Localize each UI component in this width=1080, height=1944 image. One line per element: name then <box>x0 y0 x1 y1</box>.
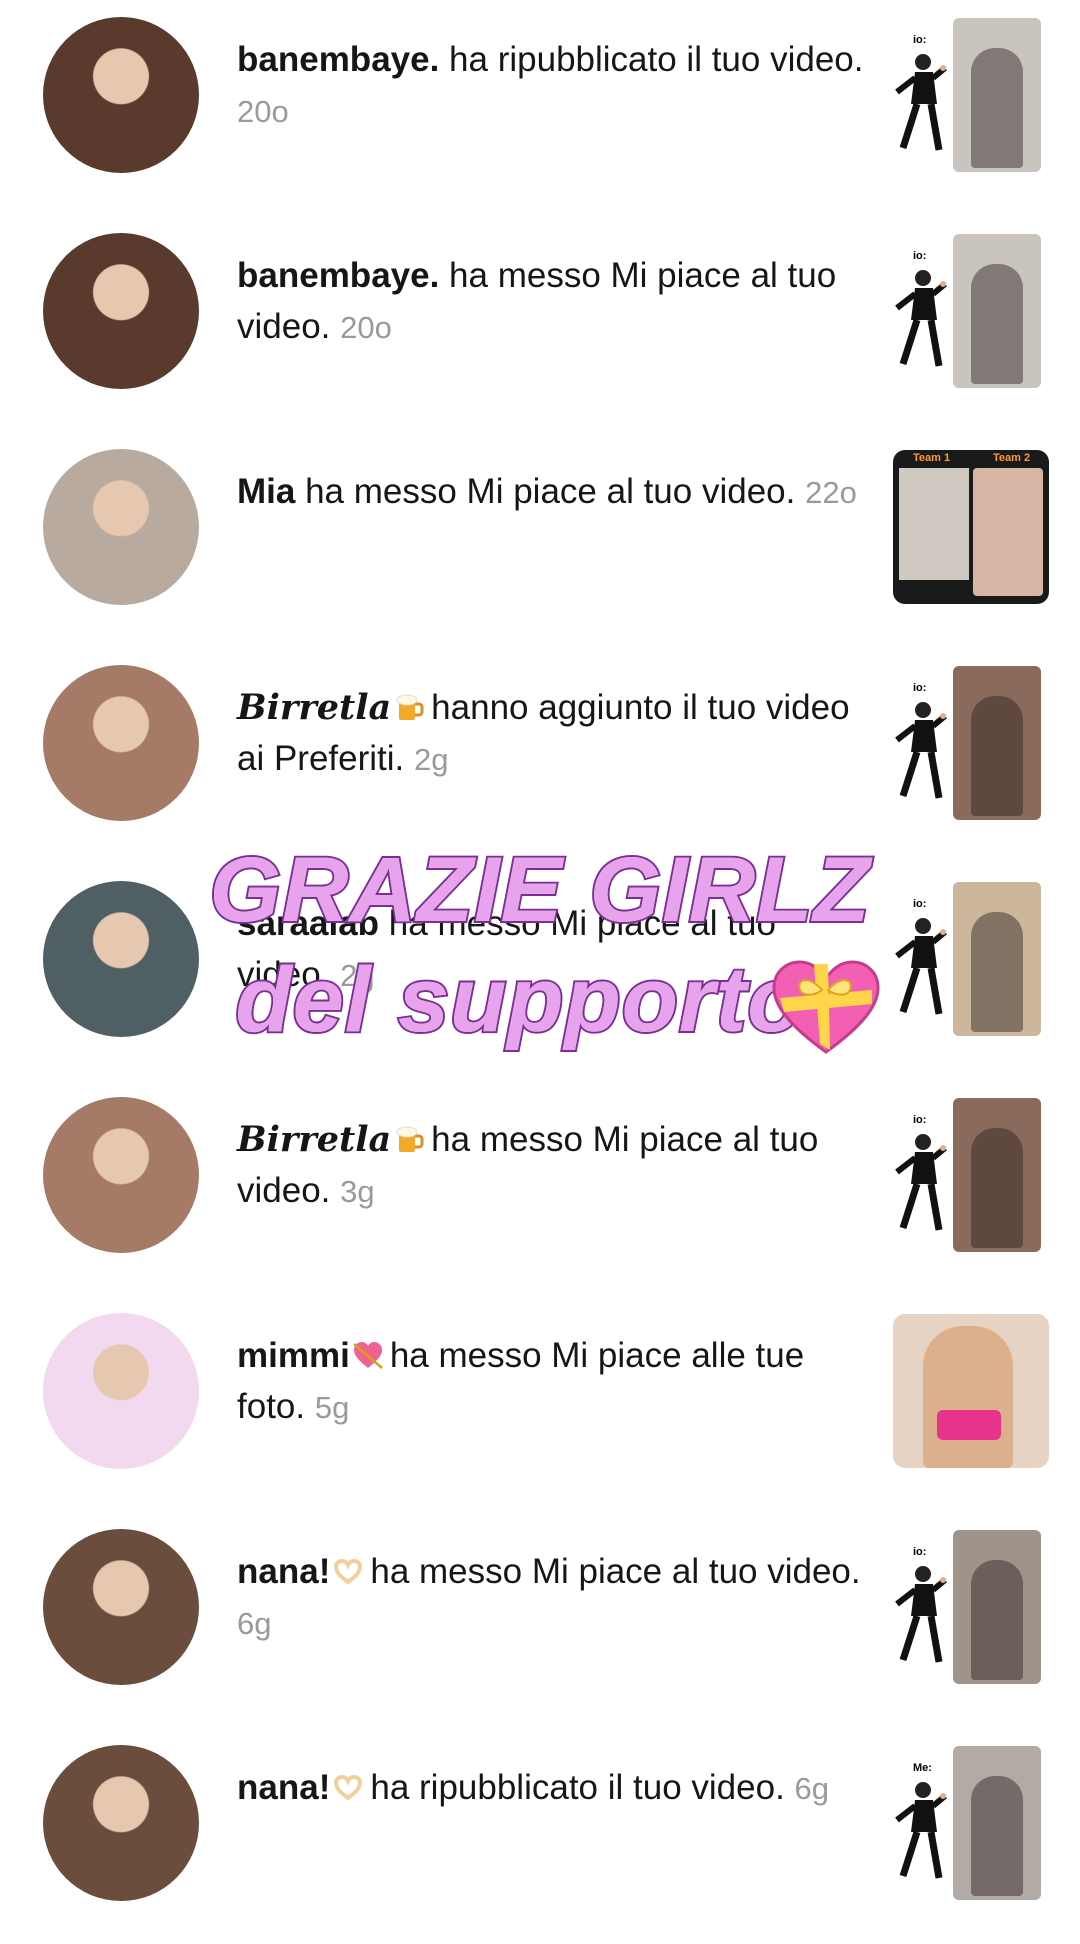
user-avatar[interactable] <box>43 1313 199 1469</box>
username[interactable]: banembaye. <box>237 256 439 295</box>
notification-text: nana! ha messo Mi piace al tuo video. 6g <box>237 1546 867 1649</box>
overlay-caption: GRAZIE GIRLZ del supporto <box>0 835 1080 1055</box>
dancing-man-meme-icon <box>895 270 947 367</box>
notification-action: ha messo Mi piace al tuo video. <box>305 472 796 511</box>
timestamp: 5g <box>314 1390 350 1425</box>
user-avatar[interactable] <box>43 1529 199 1685</box>
meme-caption-label: Me: <box>913 1762 932 1774</box>
heart-hands-icon <box>334 1774 363 1801</box>
username[interactable]: Birretla <box>237 687 391 728</box>
notification-row[interactable]: Birretla ha messo Mi piace al tuo video. … <box>0 1080 1080 1296</box>
thumbnail-area: io: <box>893 18 1043 172</box>
timestamp: 22o <box>805 475 857 510</box>
username[interactable]: Birretla <box>237 1119 391 1160</box>
user-avatar[interactable] <box>43 449 199 605</box>
thumbnail-area: Me: <box>893 1746 1043 1900</box>
thumbnail-area <box>893 1314 1049 1468</box>
video-thumbnail[interactable] <box>953 1098 1041 1252</box>
video-thumbnail[interactable] <box>953 1530 1041 1684</box>
heart-hands-icon <box>334 1558 363 1585</box>
dancing-man-meme-icon <box>895 1134 947 1231</box>
user-avatar[interactable] <box>43 233 199 389</box>
team-1-label: Team 1 <box>913 452 951 464</box>
timestamp: 20o <box>340 310 392 345</box>
notification-row[interactable]: banembaye. ha ripubblicato il tuo video.… <box>0 0 1080 216</box>
notification-row[interactable]: mimmi ha messo Mi piace alle tue foto. 5g <box>0 1296 1080 1512</box>
thumbnail-area: io: <box>893 234 1043 388</box>
user-avatar[interactable] <box>43 665 199 821</box>
meme-caption-label: io: <box>913 1114 927 1126</box>
dancing-man-meme-icon <box>895 54 947 151</box>
meme-caption-label: io: <box>913 1546 927 1558</box>
username[interactable]: nana! <box>237 1552 330 1591</box>
notification-text: Mia ha messo Mi piace al tuo video. 22o <box>237 466 867 518</box>
video-thumbnail[interactable] <box>953 1746 1041 1900</box>
video-thumbnail[interactable] <box>953 234 1041 388</box>
video-thumbnail[interactable] <box>953 18 1041 172</box>
notification-text: mimmi ha messo Mi piace alle tue foto. 5g <box>237 1330 867 1433</box>
dancing-man-meme-icon <box>895 1782 947 1879</box>
heart-with-arrow-icon <box>352 1342 383 1369</box>
notification-text: Birretla ha messo Mi piace al tuo video. … <box>237 1114 867 1217</box>
timestamp: 2g <box>414 742 449 777</box>
timestamp: 6g <box>237 1606 272 1641</box>
thumbnail-area: Team 1 Team 2 <box>893 450 1049 604</box>
notification-row[interactable]: Birretla hanno aggiunto il tuo video ai P… <box>0 648 1080 864</box>
beer-icon <box>396 694 424 720</box>
video-thumbnail[interactable] <box>953 666 1041 820</box>
notification-text: banembaye. ha ripubblicato il tuo video.… <box>237 34 867 137</box>
meme-caption-label: io: <box>913 682 927 694</box>
dancing-man-meme-icon <box>895 702 947 799</box>
meme-caption-label: io: <box>913 34 927 46</box>
notification-row[interactable]: Mia ha messo Mi piace al tuo video. 22o T… <box>0 432 1080 648</box>
thumbnail-area: io: <box>893 1530 1043 1684</box>
timestamp: 20o <box>237 94 289 129</box>
video-thumbnail[interactable]: Team 1 Team 2 <box>893 450 1049 604</box>
username[interactable]: nana! <box>237 1768 330 1807</box>
beer-icon <box>396 1126 424 1152</box>
notification-text: banembaye. ha messo Mi piace al tuo vide… <box>237 250 867 353</box>
user-avatar[interactable] <box>43 1745 199 1901</box>
photo-thumbnail[interactable] <box>893 1314 1049 1468</box>
user-avatar[interactable] <box>43 17 199 173</box>
username[interactable]: mimmi <box>237 1336 350 1375</box>
thumbnail-area: io: <box>893 666 1043 820</box>
meme-caption-label: io: <box>913 250 927 262</box>
username[interactable]: banembaye. <box>237 40 439 79</box>
team-2-label: Team 2 <box>993 452 1031 464</box>
overlay-line-2: del supporto <box>233 947 805 1053</box>
notification-action: ha ripubblicato il tuo video. <box>449 40 864 79</box>
thumbnail-area: io: <box>893 1098 1043 1252</box>
gift-heart-icon <box>772 960 880 1054</box>
overlay-line-1: GRAZIE GIRLZ <box>207 837 871 943</box>
notification-row[interactable]: banembaye. ha messo Mi piace al tuo vide… <box>0 216 1080 432</box>
notification-text: Birretla hanno aggiunto il tuo video ai P… <box>237 682 867 785</box>
notification-text: nana! ha ripubblicato il tuo video. 6g <box>237 1762 867 1814</box>
notification-row[interactable]: nana! ha messo Mi piace al tuo video. 6g i… <box>0 1512 1080 1728</box>
notification-row[interactable]: nana! ha ripubblicato il tuo video. 6g Me: <box>0 1728 1080 1944</box>
notification-action: ha ripubblicato il tuo video. <box>370 1768 785 1807</box>
user-avatar[interactable] <box>43 1097 199 1253</box>
timestamp: 6g <box>794 1771 830 1806</box>
notification-action: ha messo Mi piace al tuo video. <box>370 1552 861 1591</box>
timestamp: 3g <box>340 1174 375 1209</box>
username[interactable]: Mia <box>237 472 295 511</box>
dancing-man-meme-icon <box>895 1566 947 1663</box>
